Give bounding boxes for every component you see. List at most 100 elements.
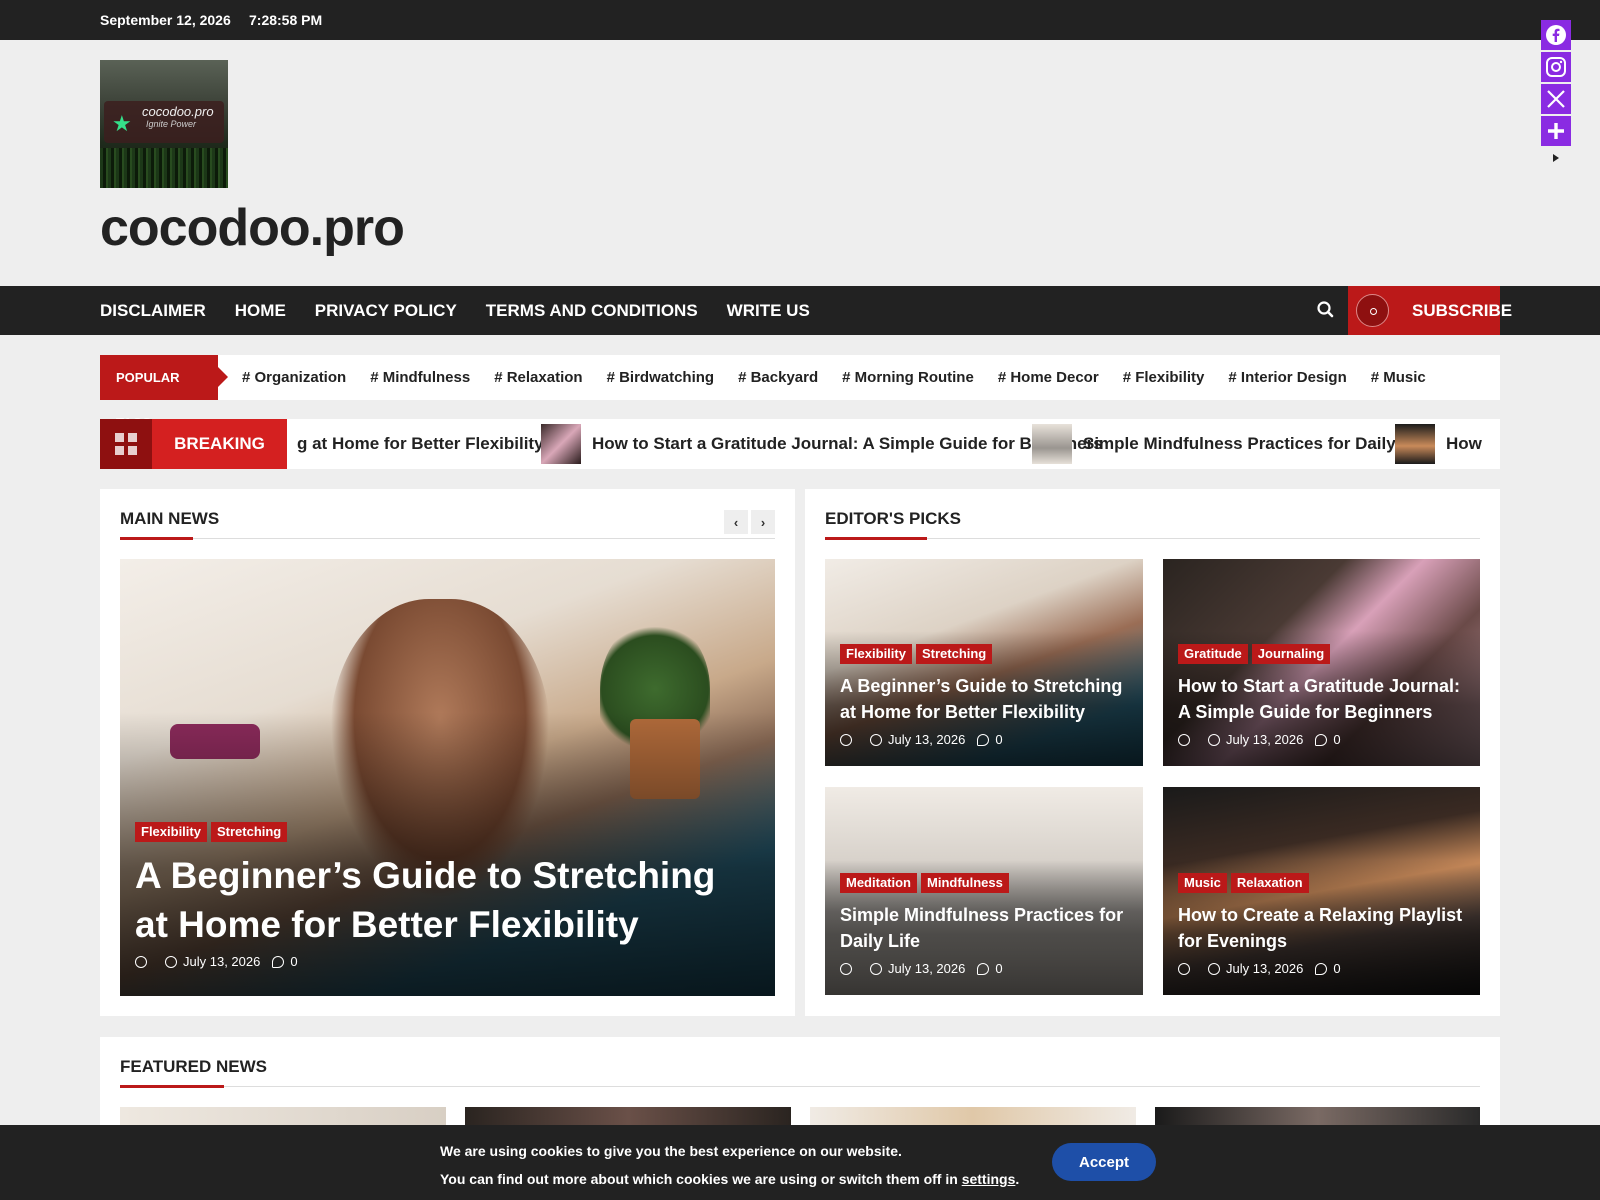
main-news-card[interactable]: Flexibility Stretching A Beginner’s Guid…: [120, 559, 775, 996]
category-badge[interactable]: Mindfulness: [921, 873, 1009, 893]
nav-item-terms[interactable]: Terms and Conditions: [486, 286, 698, 335]
section-underline: [120, 1085, 224, 1088]
category-badge[interactable]: Flexibility: [840, 644, 912, 664]
tag-organization[interactable]: # Organization: [242, 355, 346, 400]
tag-home-decor[interactable]: # Home Decor: [998, 355, 1099, 400]
editors-pick-card[interactable]: Music Relaxation How to Create a Relaxin…: [1163, 787, 1480, 995]
section-underline: [825, 537, 927, 540]
category-badge[interactable]: Flexibility: [135, 822, 207, 842]
article-headline[interactable]: Simple Mindfulness Practices for Daily L…: [840, 902, 1130, 954]
editors-picks-title: Editor's Picks: [825, 509, 961, 528]
main-news-headline[interactable]: A Beginner’s Guide to Stretching at Home…: [135, 851, 755, 949]
comment-count: 0: [995, 732, 1003, 747]
ticker-item-title: g at Home for Better Flexibility: [297, 434, 544, 453]
article-headline[interactable]: A Beginner’s Guide to Stretching at Home…: [840, 673, 1130, 725]
ticker-item[interactable]: g at Home for Better Flexibility: [297, 419, 544, 469]
prev-arrow-icon[interactable]: ‹: [724, 510, 748, 534]
article-headline[interactable]: How to Create a Relaxing Playlist for Ev…: [1178, 902, 1468, 954]
category-badge[interactable]: Stretching: [915, 644, 993, 664]
nav-item-write-us[interactable]: Write Us: [727, 286, 810, 335]
editors-picks-panel: Editor's Picks Flexibility Stretching A …: [805, 489, 1500, 1016]
site-logo[interactable]: ★ cocodoo.pro Ignite Power: [100, 60, 228, 188]
article-date: July 13, 2026: [888, 961, 966, 976]
main-news-panel: Main News ‹ › Flexibility Stretching A B…: [100, 489, 795, 1016]
clock-icon: [1208, 733, 1220, 746]
featured-news-title: Featured News: [120, 1057, 268, 1076]
clock-icon: [870, 733, 882, 746]
article-date: July 13, 2026: [888, 732, 966, 747]
clock-icon: [1208, 962, 1220, 975]
tag-interior-design[interactable]: # Interior Design: [1228, 355, 1346, 400]
star-icon: ★: [112, 111, 132, 136]
ticker-item[interactable]: How to Start a Gratitude Journal: A Simp…: [541, 419, 1103, 469]
author-icon: [135, 955, 147, 968]
cookie-banner: We are using cookies to give you the bes…: [0, 1125, 1600, 1200]
category-badge[interactable]: Gratitude: [1178, 644, 1248, 664]
current-time: 7:28:58 PM: [249, 12, 323, 28]
section-divider: [120, 538, 775, 539]
comment-icon: [272, 955, 285, 968]
site-title[interactable]: cocodoo.pro: [100, 198, 405, 258]
nav-item-home[interactable]: Home: [235, 286, 286, 335]
nav-item-disclaimer[interactable]: Disclaimer: [100, 286, 206, 335]
instagram-icon[interactable]: [1541, 52, 1571, 82]
article-date: July 13, 2026: [183, 954, 261, 969]
share-icon[interactable]: [1541, 116, 1571, 146]
author-icon: [1178, 962, 1190, 975]
editors-pick-card[interactable]: Meditation Mindfulness Simple Mindfulnes…: [825, 787, 1143, 995]
breaking-news-label: Breaking News: [152, 419, 287, 469]
accept-cookies-button[interactable]: Accept: [1052, 1143, 1156, 1181]
subscribe-ring-icon: [1356, 294, 1389, 327]
comment-icon: [1315, 962, 1328, 975]
ticker-item[interactable]: How: [1395, 419, 1482, 469]
tag-birdwatching[interactable]: # Birdwatching: [607, 355, 715, 400]
popular-tags-label: Popular Tags: [100, 355, 228, 430]
category-badge[interactable]: Journaling: [1251, 644, 1331, 664]
breaking-news-ticker: g at Home for Better Flexibility How to …: [287, 419, 1500, 469]
ticker-thumbnail: [541, 424, 581, 464]
tag-relaxation[interactable]: # Relaxation: [494, 355, 582, 400]
subscribe-button[interactable]: Subscribe: [1348, 286, 1512, 335]
section-underline: [120, 537, 193, 540]
cookie-settings-link[interactable]: settings: [962, 1171, 1016, 1187]
next-arrow-icon[interactable]: ›: [751, 510, 775, 534]
comment-count: 0: [995, 961, 1003, 976]
share-rail: [1541, 20, 1571, 168]
logo-tagline: Ignite Power: [146, 119, 197, 129]
nav-item-privacy-policy[interactable]: Privacy Policy: [315, 286, 457, 335]
cookie-message: We are using cookies to give you the bes…: [440, 1143, 902, 1159]
article-headline[interactable]: How to Start a Gratitude Journal: A Simp…: [1178, 673, 1468, 725]
comment-count: 0: [290, 954, 298, 969]
search-icon[interactable]: [1315, 299, 1337, 321]
editors-pick-card[interactable]: Flexibility Stretching A Beginner’s Guid…: [825, 559, 1143, 766]
ticker-item-title: How: [1446, 434, 1482, 453]
ticker-thumbnail: [1032, 424, 1072, 464]
tag-flexibility[interactable]: # Flexibility: [1123, 355, 1205, 400]
category-badge[interactable]: Stretching: [210, 822, 288, 842]
comment-icon: [977, 962, 990, 975]
facebook-icon[interactable]: [1541, 20, 1571, 50]
main-news-title: Main News: [120, 509, 220, 528]
main-navigation: Disclaimer Home Privacy Policy Terms and…: [0, 286, 1600, 335]
logo-background: [100, 148, 228, 188]
subscribe-label: Subscribe: [1412, 301, 1513, 320]
current-date: September 12, 2026: [100, 12, 231, 28]
grid-icon: [100, 419, 152, 469]
category-badge[interactable]: Relaxation: [1230, 873, 1309, 893]
popular-tags-bar: Popular Tags # Organization # Mindfulnes…: [100, 355, 1500, 430]
tag-morning-routine[interactable]: # Morning Routine: [842, 355, 974, 400]
x-icon[interactable]: [1541, 84, 1571, 114]
ticker-item-title: How to Start a Gratitude Journal: A Simp…: [592, 434, 1103, 453]
clock-icon: [870, 962, 882, 975]
editors-pick-card[interactable]: Gratitude Journaling How to Start a Grat…: [1163, 559, 1480, 766]
tag-backyard[interactable]: # Backyard: [738, 355, 818, 400]
ticker-item-title: Simple Mindfulness Practices for Daily L…: [1083, 434, 1431, 453]
tag-music[interactable]: # Music: [1371, 355, 1426, 400]
category-badge[interactable]: Music: [1178, 873, 1227, 893]
ticker-item[interactable]: Simple Mindfulness Practices for Daily L…: [1032, 419, 1431, 469]
tag-mindfulness[interactable]: # Mindfulness: [370, 355, 470, 400]
hide-arrow-icon[interactable]: [1541, 148, 1571, 168]
comment-count: 0: [1333, 732, 1341, 747]
comment-count: 0: [1333, 961, 1341, 976]
category-badge[interactable]: Meditation: [840, 873, 917, 893]
